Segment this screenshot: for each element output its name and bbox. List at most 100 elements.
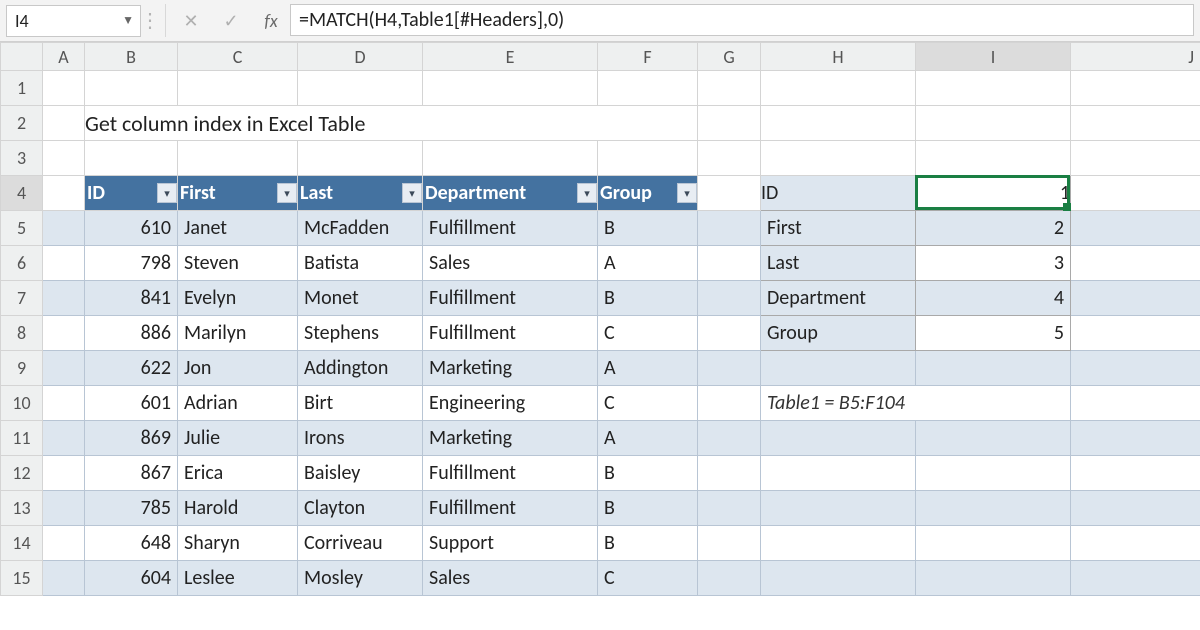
cell-last[interactable]: Batista bbox=[298, 246, 423, 281]
cell-grp[interactable]: A bbox=[598, 421, 698, 456]
cell-last[interactable]: Addington bbox=[298, 351, 423, 386]
table1-header-last[interactable]: Last▾ bbox=[298, 176, 423, 211]
row-header[interactable]: 10 bbox=[1, 386, 43, 421]
cell-id[interactable]: 622 bbox=[85, 351, 178, 386]
table1-header-dept[interactable]: Department▾ bbox=[423, 176, 598, 211]
cell-dept[interactable]: Fulfillment bbox=[423, 281, 598, 316]
filter-icon[interactable]: ▾ bbox=[577, 183, 597, 203]
col-header[interactable]: B bbox=[85, 43, 178, 71]
cell-last[interactable]: Stephens bbox=[298, 316, 423, 351]
lookup-label[interactable]: Group bbox=[761, 316, 916, 351]
cell-dept[interactable]: Fulfillment bbox=[423, 316, 598, 351]
cell-id[interactable]: 798 bbox=[85, 246, 178, 281]
cell-last[interactable]: Baisley bbox=[298, 456, 423, 491]
col-header[interactable]: E bbox=[423, 43, 598, 71]
lookup-label[interactable]: ID bbox=[761, 176, 916, 211]
col-header[interactable]: F bbox=[598, 43, 698, 71]
lookup-value[interactable]: 2 bbox=[916, 211, 1071, 246]
cell-grp[interactable]: C bbox=[598, 561, 698, 596]
row-header[interactable]: 11 bbox=[1, 421, 43, 456]
row-header[interactable]: 6 bbox=[1, 246, 43, 281]
col-header[interactable]: H bbox=[761, 43, 916, 71]
chevron-down-icon[interactable]: ▼ bbox=[122, 13, 134, 28]
row-header[interactable]: 14 bbox=[1, 526, 43, 561]
cell-first[interactable]: Marilyn bbox=[178, 316, 298, 351]
lookup-value[interactable]: 4 bbox=[916, 281, 1071, 316]
cell-first[interactable]: Janet bbox=[178, 211, 298, 246]
cell-dept[interactable]: Marketing bbox=[423, 351, 598, 386]
cell-id[interactable]: 867 bbox=[85, 456, 178, 491]
cell-grp[interactable]: B bbox=[598, 526, 698, 561]
row-header[interactable]: 8 bbox=[1, 316, 43, 351]
lookup-value[interactable]: 1 bbox=[916, 176, 1071, 211]
row-header[interactable]: 5 bbox=[1, 211, 43, 246]
cell-id[interactable]: 869 bbox=[85, 421, 178, 456]
filter-icon[interactable]: ▾ bbox=[402, 183, 422, 203]
col-header[interactable]: C bbox=[178, 43, 298, 71]
filter-icon[interactable]: ▾ bbox=[677, 183, 697, 203]
cell-id[interactable]: 841 bbox=[85, 281, 178, 316]
table1-header-first[interactable]: First▾ bbox=[178, 176, 298, 211]
filter-icon[interactable]: ▾ bbox=[157, 183, 177, 203]
cell-dept[interactable]: Sales bbox=[423, 561, 598, 596]
formula-input[interactable]: =MATCH(H4,Table1[#Headers],0) bbox=[290, 4, 1194, 36]
cell-first[interactable]: Evelyn bbox=[178, 281, 298, 316]
enter-icon[interactable]: ✓ bbox=[220, 10, 242, 32]
lookup-value[interactable]: 5 bbox=[916, 316, 1071, 351]
col-header[interactable]: A bbox=[43, 43, 85, 71]
cell-last[interactable]: McFadden bbox=[298, 211, 423, 246]
filter-icon[interactable]: ▾ bbox=[277, 183, 297, 203]
table1-header-group[interactable]: Group▾ bbox=[598, 176, 698, 211]
cell-last[interactable]: Mosley bbox=[298, 561, 423, 596]
cell-id[interactable]: 610 bbox=[85, 211, 178, 246]
cell-id[interactable]: 648 bbox=[85, 526, 178, 561]
cell-first[interactable]: Julie bbox=[178, 421, 298, 456]
cell-last[interactable]: Clayton bbox=[298, 491, 423, 526]
col-header[interactable]: D bbox=[298, 43, 423, 71]
cell-dept[interactable]: Support bbox=[423, 526, 598, 561]
cell-first[interactable]: Leslee bbox=[178, 561, 298, 596]
cell-first[interactable]: Erica bbox=[178, 456, 298, 491]
row-header[interactable]: 15 bbox=[1, 561, 43, 596]
cell-grp[interactable]: A bbox=[598, 246, 698, 281]
cell-dept[interactable]: Fulfillment bbox=[423, 491, 598, 526]
cell-id[interactable]: 785 bbox=[85, 491, 178, 526]
lookup-label[interactable]: Department bbox=[761, 281, 916, 316]
cell-grp[interactable]: A bbox=[598, 351, 698, 386]
row-header[interactable]: 4 bbox=[1, 176, 43, 211]
cell-dept[interactable]: Sales bbox=[423, 246, 598, 281]
lookup-label[interactable]: First bbox=[761, 211, 916, 246]
cell-first[interactable]: Sharyn bbox=[178, 526, 298, 561]
cell-last[interactable]: Monet bbox=[298, 281, 423, 316]
cell-last[interactable]: Irons bbox=[298, 421, 423, 456]
row-header[interactable]: 2 bbox=[1, 106, 43, 141]
cell-id[interactable]: 601 bbox=[85, 386, 178, 421]
col-header[interactable]: I bbox=[916, 43, 1071, 71]
cell-grp[interactable]: B bbox=[598, 211, 698, 246]
cell-id[interactable]: 886 bbox=[85, 316, 178, 351]
cell-dept[interactable]: Fulfillment bbox=[423, 211, 598, 246]
fx-label[interactable]: fx bbox=[260, 10, 282, 32]
table1-header-id[interactable]: ID▾ bbox=[85, 176, 178, 211]
cell-grp[interactable]: B bbox=[598, 281, 698, 316]
cell-grp[interactable]: B bbox=[598, 456, 698, 491]
row-header[interactable]: 3 bbox=[1, 141, 43, 176]
cell-id[interactable]: 604 bbox=[85, 561, 178, 596]
cell-dept[interactable]: Fulfillment bbox=[423, 456, 598, 491]
row-header[interactable]: 12 bbox=[1, 456, 43, 491]
cell-first[interactable]: Adrian bbox=[178, 386, 298, 421]
row-header[interactable]: 1 bbox=[1, 71, 43, 106]
cell-grp[interactable]: C bbox=[598, 386, 698, 421]
cell-last[interactable]: Corriveau bbox=[298, 526, 423, 561]
row-header[interactable]: 7 bbox=[1, 281, 43, 316]
cancel-icon[interactable]: ✕ bbox=[180, 10, 202, 32]
row-header[interactable]: 13 bbox=[1, 491, 43, 526]
worksheet[interactable]: A B C D E F G H I J 1 2 Get column index… bbox=[0, 42, 1200, 596]
col-header[interactable]: G bbox=[698, 43, 761, 71]
col-header[interactable]: J bbox=[1071, 43, 1200, 71]
cell-first[interactable]: Jon bbox=[178, 351, 298, 386]
lookup-label[interactable]: Last bbox=[761, 246, 916, 281]
cell-first[interactable]: Steven bbox=[178, 246, 298, 281]
cell-grp[interactable]: B bbox=[598, 491, 698, 526]
cell-last[interactable]: Birt bbox=[298, 386, 423, 421]
